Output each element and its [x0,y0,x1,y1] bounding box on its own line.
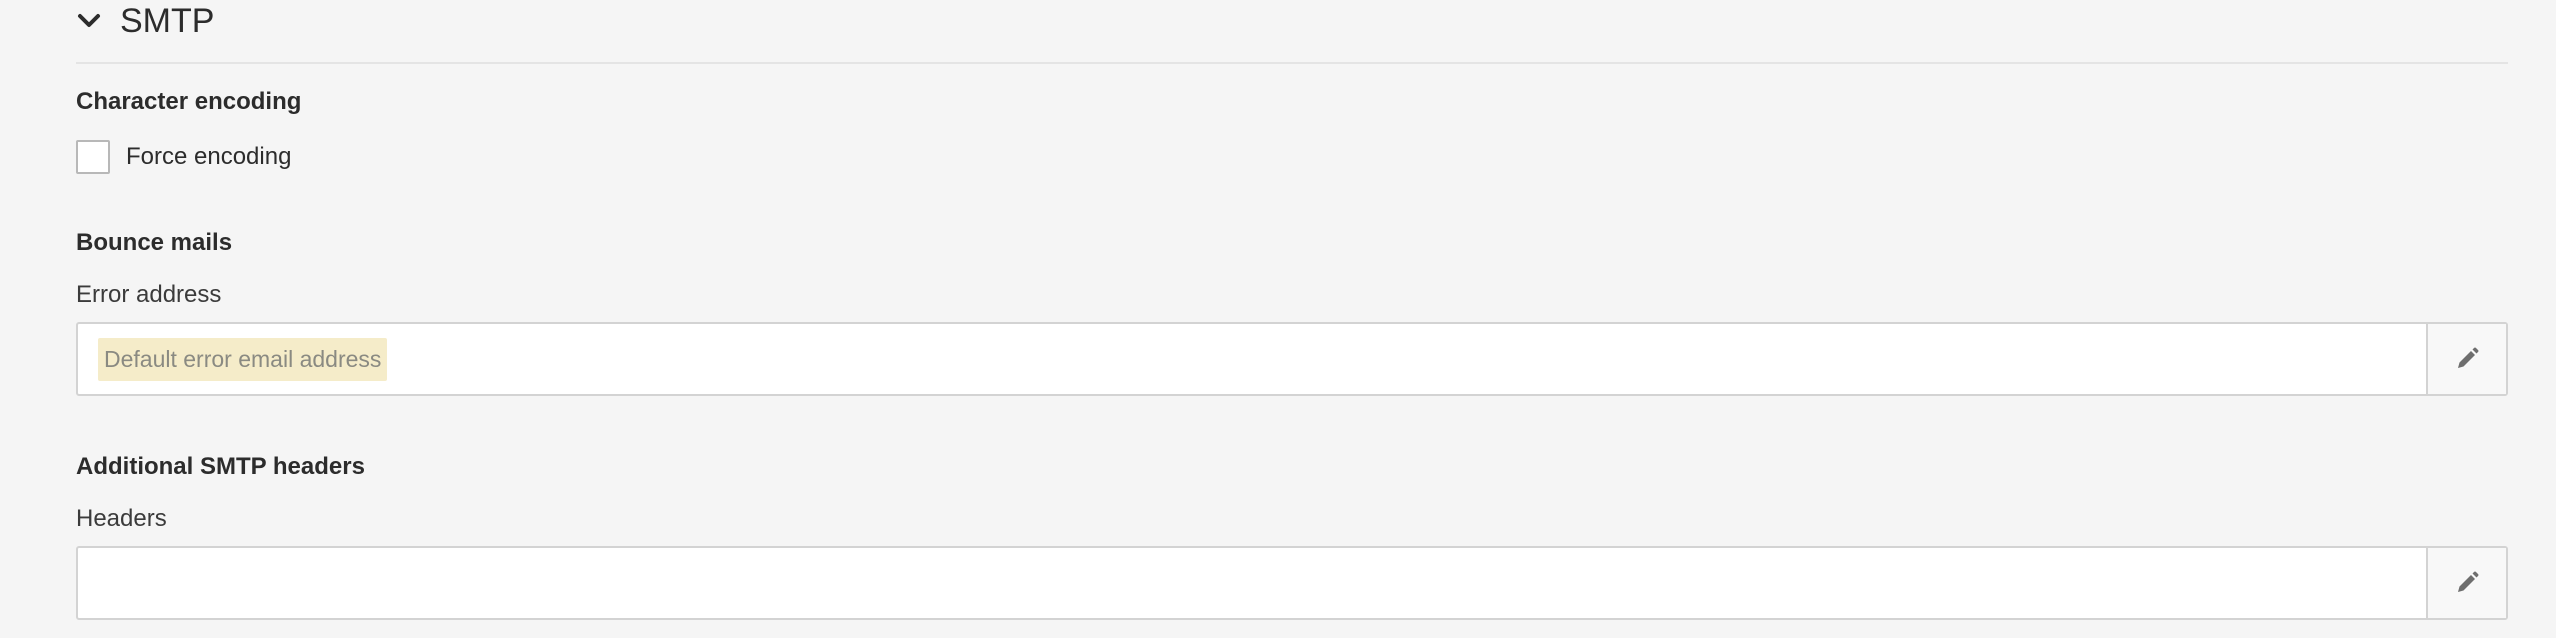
force-encoding-checkbox[interactable] [76,140,110,174]
section-title: SMTP [120,1,215,40]
pencil-icon [2458,571,2479,592]
force-encoding-checkbox-row[interactable]: Force encoding [76,138,291,176]
pencil-icon [2458,347,2479,368]
headers-label: Headers [76,505,167,532]
smtp-section-header[interactable]: SMTP [76,0,2508,64]
error-address-edit-button[interactable] [2426,324,2506,394]
headers-edit-button[interactable] [2426,548,2506,618]
error-address-input[interactable]: Default error email address [78,324,2426,394]
additional-smtp-headers-heading: Additional SMTP headers [76,453,365,480]
error-address-field: Default error email address [76,322,2508,396]
force-encoding-label: Force encoding [126,143,292,170]
bounce-mails-heading: Bounce mails [76,229,233,256]
headers-field [76,546,2508,620]
character-encoding-heading: Character encoding [76,88,302,115]
error-address-value-chip: Default error email address [98,337,388,381]
chevron-down-icon [78,14,100,27]
headers-input[interactable] [78,548,2426,618]
error-address-label: Error address [76,281,222,308]
smtp-settings-panel: SMTP Character encoding Force encoding B… [0,0,2556,638]
